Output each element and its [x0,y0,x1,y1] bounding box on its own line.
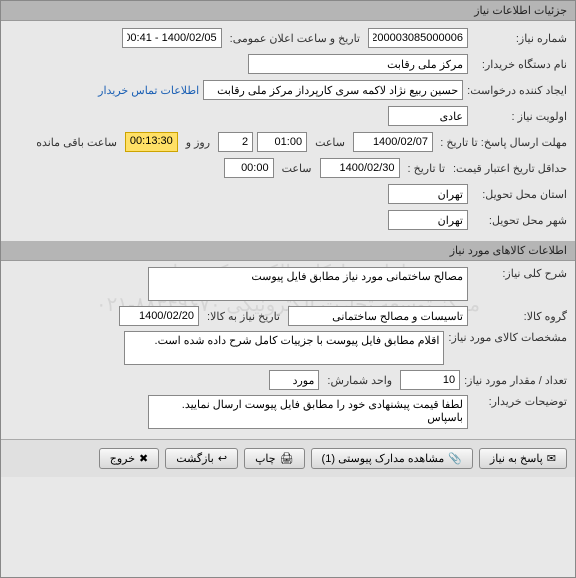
remaining-label: ساعت باقی مانده [32,136,121,149]
buyer-note-field[interactable] [148,395,468,429]
public-datetime-field[interactable] [122,28,222,48]
deadline-date-field[interactable] [353,132,433,152]
requester-field[interactable] [203,80,463,100]
days-field[interactable] [218,132,253,152]
reply-button[interactable]: ✉ پاسخ به نیاز [479,448,567,469]
priority-label: اولویت نیاز : [472,110,567,123]
desc-label: شرح کلی نیاز: [472,267,567,280]
print-button-label: چاپ [255,452,276,465]
row-qty: تعداد / مقدار مورد نیاز: واحد شمارش: [9,369,567,391]
province-field[interactable] [388,184,468,204]
row-buyer-org: نام دستگاه خریدار: [9,53,567,75]
exit-button-label: خروج [110,452,135,465]
validity-time-label: ساعت [278,162,316,175]
unit-label: واحد شمارش: [323,374,396,387]
blank-area [1,477,575,577]
back-button-label: بازگشت [176,452,214,465]
row-province: استان محل تحویل: [9,183,567,205]
row-buyer-note: توضیحات خریدار: [9,395,567,429]
validity-sub-label: تا تاریخ : [404,162,449,175]
province-label: استان محل تحویل: [472,188,567,201]
row-validity: حداقل تاریخ اعتبار قیمت: تا تاریخ : ساعت [9,157,567,179]
requester-label: ایجاد کننده درخواست: [467,84,567,97]
validity-date-field[interactable] [320,158,400,178]
row-spec: مشخصات کالای مورد نیاز: [9,331,567,365]
attachments-button[interactable]: 📎 مشاهده مدارک پیوستی (1) [311,448,473,469]
deadline-time-label: ساعت [311,136,349,149]
qty-label: تعداد / مقدار مورد نیاز: [464,374,567,387]
need-number-label: شماره نیاز: [472,32,567,45]
buyer-org-label: نام دستگاه خریدار: [472,58,567,71]
group-field[interactable] [288,306,468,326]
remaining-time: 00:13:30 [125,132,178,152]
row-city: شهر محل تحویل: [9,209,567,231]
row-deadline: مهلت ارسال پاسخ: تا تاریخ : ساعت روز و 0… [9,131,567,153]
print-icon: 🖨 [280,452,294,465]
validity-time-field[interactable] [224,158,274,178]
buyer-org-field[interactable] [248,54,468,74]
spec-label: مشخصات کالای مورد نیاز: [448,331,567,344]
need-date-label: تاریخ نیاز به کالا: [203,310,284,323]
deadline-label: مهلت ارسال پاسخ: تا تاریخ : [437,136,567,149]
row-priority: اولویت نیاز : [9,105,567,127]
buyer-contact-link[interactable]: اطلاعات تماس خریدار [98,84,199,97]
section2-header: اطلاعات کالاهای مورد نیاز [1,241,575,261]
need-number-field[interactable] [368,28,468,48]
public-datetime-label: تاریخ و ساعت اعلان عمومی: [226,32,364,45]
print-button[interactable]: 🖨 چاپ [244,448,304,469]
desc-field[interactable] [148,267,468,301]
section1-body: شماره نیاز: تاریخ و ساعت اعلان عمومی: نا… [1,21,575,241]
deadline-time-field[interactable] [257,132,307,152]
spec-field[interactable] [124,331,444,365]
qty-field[interactable] [400,370,460,390]
group-label: گروه کالا: [472,310,567,323]
row-desc: شرح کلی نیاز: [9,267,567,301]
row-requester: ایجاد کننده درخواست: اطلاعات تماس خریدار [9,79,567,101]
buyer-note-label: توضیحات خریدار: [472,395,567,408]
attachments-button-label: مشاهده مدارک پیوستی (1) [322,452,445,465]
back-button[interactable]: ↩ بازگشت [165,448,238,469]
days-and-label: روز و [182,136,214,149]
row-group: گروه کالا: تاریخ نیاز به کالا: [9,305,567,327]
unit-field[interactable] [269,370,319,390]
priority-field[interactable] [388,106,468,126]
exit-button[interactable]: ✖ خروج [99,448,160,469]
city-label: شهر محل تحویل: [472,214,567,227]
validity-label: حداقل تاریخ اعتبار قیمت: [453,162,567,175]
button-bar: ✉ پاسخ به نیاز 📎 مشاهده مدارک پیوستی (1)… [1,439,575,477]
back-icon: ↩ [218,452,227,465]
exit-icon: ✖ [139,452,148,465]
section1-header: جزئیات اطلاعات نیاز [1,1,575,21]
reply-icon: ✉ [547,452,556,465]
need-date-field[interactable] [119,306,199,326]
city-field[interactable] [388,210,468,230]
section2-body: شرح کلی نیاز: گروه کالا: تاریخ نیاز به ک… [1,261,575,439]
reply-button-label: پاسخ به نیاز [490,452,543,465]
row-need-number: شماره نیاز: تاریخ و ساعت اعلان عمومی: [9,27,567,49]
attachments-icon: 📎 [448,452,462,465]
